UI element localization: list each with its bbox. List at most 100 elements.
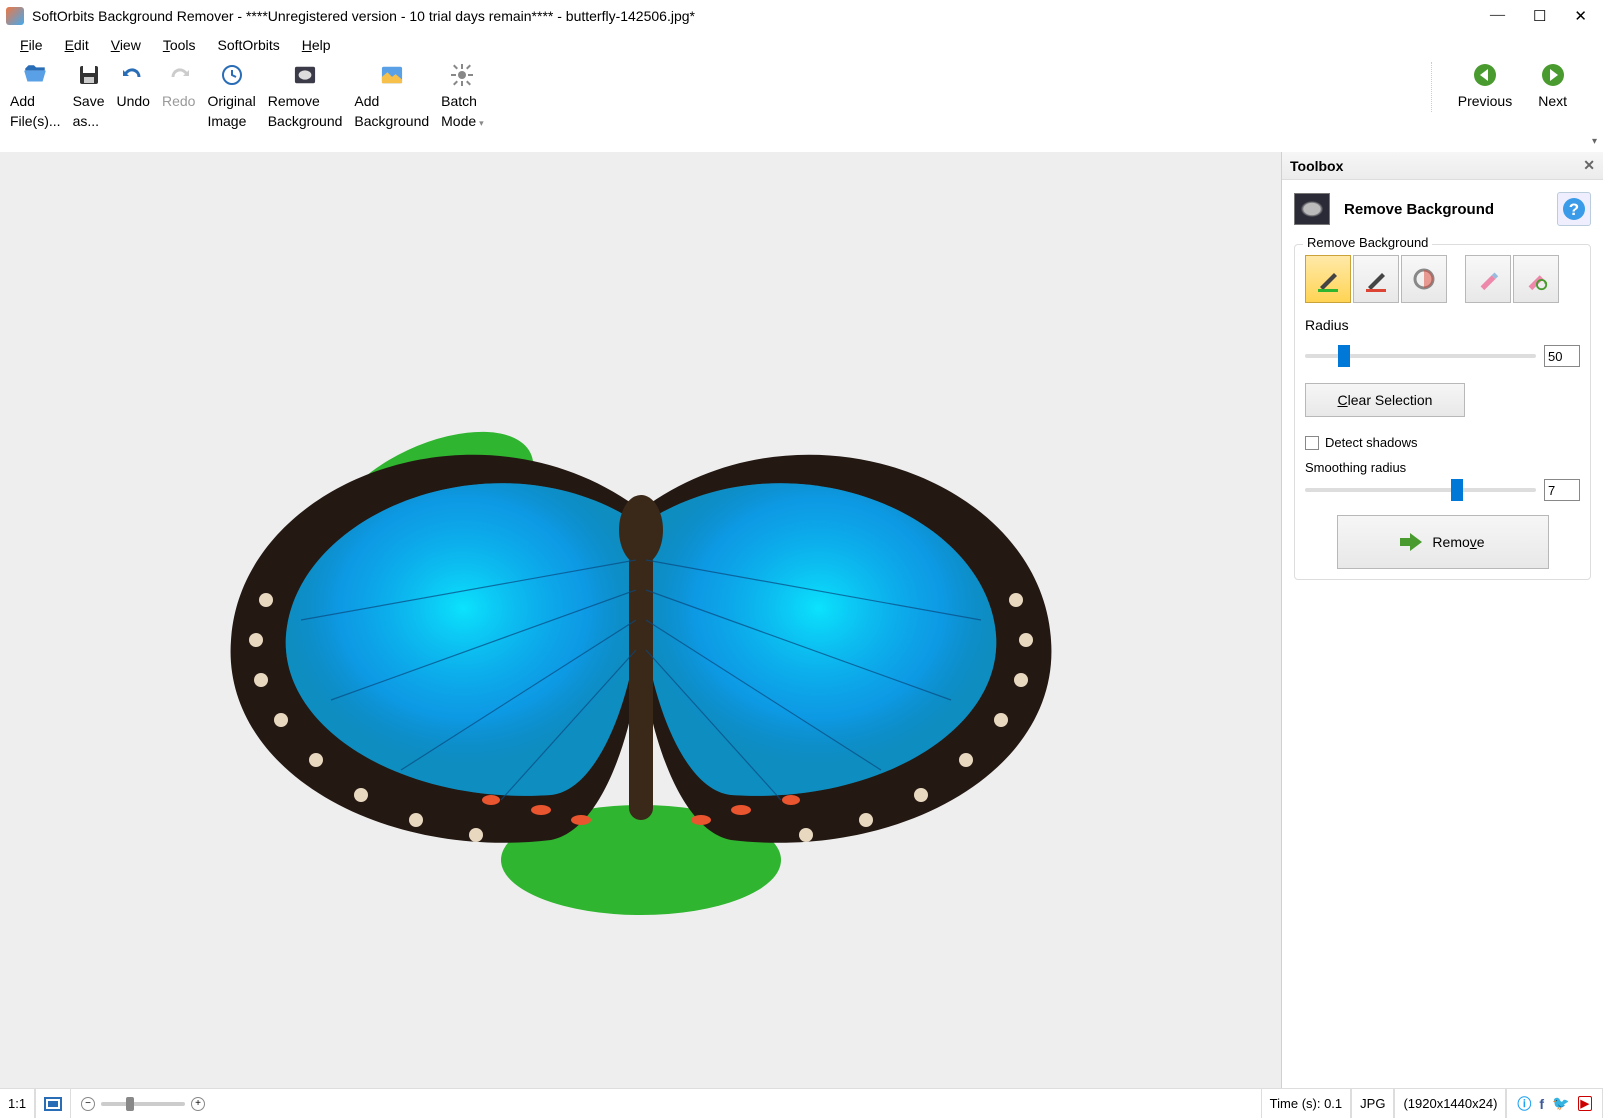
checkbox-label: Detect shadows [1325, 435, 1418, 450]
toolbar-label: AddBackground [354, 92, 429, 131]
redo-button[interactable]: Redo [156, 62, 201, 112]
toolbox-title: Toolbox [1290, 158, 1343, 174]
fit-screen-button[interactable] [35, 1089, 71, 1118]
folder-open-icon [22, 62, 48, 88]
zoom-slider[interactable] [101, 1102, 185, 1106]
zoom-out-button[interactable]: − [81, 1097, 95, 1111]
social-links: ⓘ f 🐦 ▶ [1506, 1089, 1603, 1118]
menu-edit[interactable]: Edit [55, 34, 99, 56]
checkbox-icon[interactable] [1305, 436, 1319, 450]
remove-background-button[interactable]: RemoveBackground [262, 62, 349, 131]
marker-tool-row [1305, 255, 1580, 303]
smoothing-value-input[interactable] [1544, 479, 1580, 501]
group-label: Remove Background [1303, 235, 1432, 250]
smoothing-slider-row [1305, 479, 1580, 501]
radius-slider[interactable] [1305, 354, 1536, 358]
undo-icon [120, 62, 146, 88]
panel-title: Remove Background [1344, 201, 1494, 218]
smoothing-label: Smoothing radius [1305, 460, 1580, 475]
window-title: SoftOrbits Background Remover - ****Unre… [32, 8, 1490, 24]
zoom-ratio-button[interactable]: 1:1 [0, 1089, 35, 1118]
toolbar-label: Next [1538, 92, 1567, 112]
preview-image [181, 300, 1101, 940]
button-label: Clear Selection [1338, 392, 1433, 408]
help-icon: ? [1562, 197, 1586, 221]
add-files-button[interactable]: AddFile(s)... [4, 62, 67, 131]
zoom-in-button[interactable]: + [191, 1097, 205, 1111]
toolbar-nav: Previous Next [1431, 62, 1599, 112]
arrow-right-icon [1540, 62, 1566, 88]
pencil-green-icon [1314, 265, 1342, 293]
twitter-icon[interactable]: 🐦 [1552, 1095, 1569, 1112]
menu-view[interactable]: View [101, 34, 151, 56]
radius-slider-row [1305, 345, 1580, 367]
status-format: JPG [1351, 1089, 1394, 1118]
eraser-icon [1410, 265, 1438, 293]
toolbox-close-icon[interactable]: ✕ [1583, 157, 1595, 174]
toolbar-label: RemoveBackground [268, 92, 343, 131]
undo-button[interactable]: Undo [110, 62, 155, 112]
fit-icon [44, 1097, 62, 1111]
main-area: Toolbox ✕ Remove Background ? Remove Bac… [0, 152, 1603, 1088]
panel-title-row: Remove Background ? [1294, 192, 1591, 226]
toolbar-label: Previous [1458, 92, 1512, 112]
window-controls: — ☐ ✕ [1490, 7, 1597, 26]
eraser-tool[interactable] [1401, 255, 1447, 303]
toolbar-label: Undo [116, 92, 149, 112]
remove-bg-group: Remove Background [1294, 244, 1591, 580]
add-bg-icon [379, 62, 405, 88]
deselect-tool[interactable] [1465, 255, 1511, 303]
green-marker-tool[interactable] [1305, 255, 1351, 303]
batch-mode-button[interactable]: BatchMode▾ [435, 62, 490, 131]
arrow-right-icon [1400, 533, 1422, 551]
add-background-button[interactable]: AddBackground [348, 62, 435, 131]
toolbox-panel: Toolbox ✕ Remove Background ? Remove Bac… [1281, 152, 1603, 1088]
save-icon [76, 62, 102, 88]
menubar: File Edit View Tools SoftOrbits Help [0, 32, 1603, 58]
next-button[interactable]: Next [1532, 62, 1573, 112]
radius-label: Radius [1305, 317, 1580, 333]
toolbar-label: AddFile(s)... [10, 92, 61, 131]
image-canvas[interactable] [0, 152, 1281, 1088]
history-icon [219, 62, 245, 88]
help-button[interactable]: ? [1557, 192, 1591, 226]
previous-button[interactable]: Previous [1452, 62, 1518, 112]
status-bar: 1:1 − + Time (s): 0.1 JPG (1920x1440x24)… [0, 1088, 1603, 1118]
red-marker-tool[interactable] [1353, 255, 1399, 303]
clear-selection-button[interactable]: Clear Selection [1305, 383, 1465, 417]
redo-icon [166, 62, 192, 88]
youtube-icon[interactable]: ▶ [1578, 1096, 1592, 1111]
maximize-button[interactable]: ☐ [1533, 7, 1546, 26]
toolbar: AddFile(s)... Saveas... Undo Redo Origin… [0, 58, 1603, 152]
menu-help[interactable]: Help [292, 34, 341, 56]
original-image-button[interactable]: OriginalImage [201, 62, 261, 131]
toolbar-label: BatchMode▾ [441, 92, 484, 131]
smoothing-slider[interactable] [1305, 488, 1536, 492]
toolbar-overflow-icon[interactable]: ▾ [1592, 136, 1597, 147]
minimize-button[interactable]: — [1490, 7, 1505, 26]
refresh-icon [1523, 266, 1549, 292]
pencil-red-icon [1362, 265, 1390, 293]
menu-softorbits[interactable]: SoftOrbits [208, 34, 290, 56]
deselect-icon [1475, 266, 1501, 292]
menu-tools[interactable]: Tools [153, 34, 206, 56]
detect-shadows-row[interactable]: Detect shadows [1305, 435, 1580, 450]
toolbar-label: Redo [162, 92, 195, 112]
app-icon [6, 7, 24, 25]
toolbox-header: Toolbox ✕ [1282, 152, 1603, 180]
gear-icon [449, 62, 475, 88]
button-label: Remove [1432, 534, 1484, 550]
refresh-tool[interactable] [1513, 255, 1559, 303]
save-as-button[interactable]: Saveas... [67, 62, 111, 131]
status-dimensions: (1920x1440x24) [1394, 1089, 1506, 1118]
facebook-icon[interactable]: f [1539, 1096, 1544, 1112]
zoom-slider-widget: − + [71, 1097, 215, 1111]
remove-button[interactable]: Remove [1337, 515, 1549, 569]
toolbar-label: OriginalImage [207, 92, 255, 131]
arrow-left-icon [1472, 62, 1498, 88]
status-time: Time (s): 0.1 [1261, 1089, 1351, 1118]
close-button[interactable]: ✕ [1574, 7, 1587, 26]
menu-file[interactable]: File [10, 34, 53, 56]
radius-value-input[interactable] [1544, 345, 1580, 367]
info-icon[interactable]: ⓘ [1517, 1094, 1531, 1114]
